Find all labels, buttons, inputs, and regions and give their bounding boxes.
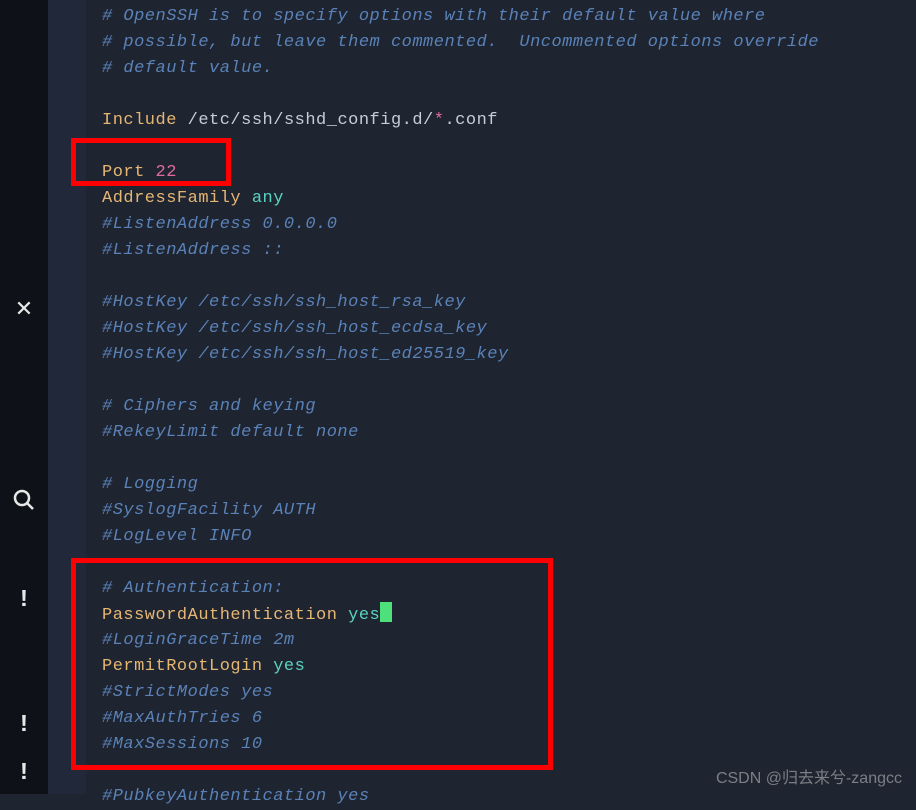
comment-line: #StrictModes yes: [102, 683, 273, 702]
comment-line: #LogLevel INFO: [102, 527, 252, 546]
comment-line: # OpenSSH is to specify options with the…: [102, 7, 766, 26]
alert-icon-3[interactable]: !: [0, 754, 48, 794]
comment-line: # Ciphers and keying: [102, 397, 316, 416]
comment-line: #ListenAddress 0.0.0.0: [102, 215, 337, 234]
blank-line: [102, 134, 916, 160]
comment-line: #LoginGraceTime 2m: [102, 631, 295, 650]
blank-line: [102, 446, 916, 472]
blank-line: [102, 550, 916, 576]
port-line: Port 22: [102, 160, 916, 186]
activity-bar: ✕ ! ! !: [0, 0, 48, 794]
passwordauth-line: PasswordAuthentication yes: [102, 602, 916, 628]
comment-line: #PubkeyAuthentication yes: [102, 787, 370, 806]
blank-line: [102, 368, 916, 394]
comment-line: #RekeyLimit default none: [102, 423, 359, 442]
comment-line: # possible, but leave them commented. Un…: [102, 33, 819, 52]
comment-line: # Authentication:: [102, 579, 284, 598]
editor-gutter: [48, 0, 86, 794]
search-icon[interactable]: [0, 480, 48, 520]
comment-line: # Logging: [102, 475, 198, 494]
alert-icon-1[interactable]: !: [0, 580, 48, 620]
comment-line: #SyslogFacility AUTH: [102, 501, 316, 520]
comment-line: #MaxAuthTries 6: [102, 709, 263, 728]
comment-line: #HostKey /etc/ssh/ssh_host_ed25519_key: [102, 345, 509, 364]
comment-line: # default value.: [102, 59, 273, 78]
watermark-text: CSDN @归去来兮-zangcc: [716, 764, 902, 788]
blank-line: [102, 264, 916, 290]
include-line: Include /etc/ssh/sshd_config.d/*.conf: [102, 108, 916, 134]
permitroot-line: PermitRootLogin yes: [102, 654, 916, 680]
blank-line: [102, 82, 916, 108]
comment-line: #ListenAddress ::: [102, 241, 284, 260]
alert-icon-2[interactable]: !: [0, 706, 48, 746]
text-cursor: [380, 602, 392, 622]
comment-line: #MaxSessions 10: [102, 735, 263, 754]
comment-line: #HostKey /etc/ssh/ssh_host_ecdsa_key: [102, 319, 487, 338]
code-editor[interactable]: # OpenSSH is to specify options with the…: [86, 0, 916, 794]
comment-line: #HostKey /etc/ssh/ssh_host_rsa_key: [102, 293, 466, 312]
close-icon[interactable]: ✕: [0, 290, 48, 330]
addressfamily-line: AddressFamily any: [102, 186, 916, 212]
